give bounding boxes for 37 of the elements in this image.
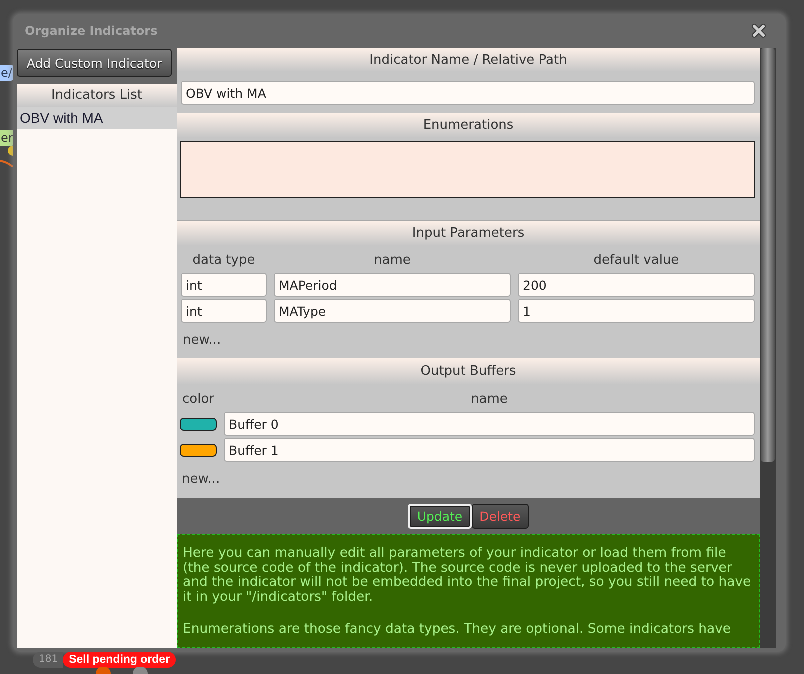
scrollbar-thumb[interactable] [761, 48, 775, 462]
data-type-field[interactable]: int [181, 299, 267, 323]
default-value-field[interactable]: 1 [518, 299, 755, 323]
node-id-badge: 181 [33, 652, 64, 668]
section-header: Input Parameters [177, 221, 760, 246]
color-swatch-icon[interactable] [180, 444, 217, 456]
column-header: default value [594, 252, 680, 268]
name-field[interactable]: MAType [274, 299, 511, 323]
section-header: Indicator Name / Relative Path [177, 48, 760, 72]
node-label: e/ [0, 65, 14, 81]
default-value-field[interactable]: 200 [518, 273, 755, 297]
section-header: Enumerations [177, 113, 760, 138]
node-title[interactable]: Sell pending order [63, 652, 176, 668]
buffer-name-field[interactable]: Buffer 0 [224, 412, 755, 436]
name-field[interactable]: MAPeriod [274, 273, 511, 297]
new-link[interactable]: new... [180, 471, 220, 489]
new-link[interactable]: new... [181, 332, 222, 350]
scrollbar-track[interactable] [760, 48, 776, 648]
help-paragraph: Here you can manually edit all parameters of your indicator or load them from file (the source code of the indicator). The source code is never uploaded to the server and the indicator will not be embedded into the final project, so you still need to have it in your "/indicators" folder. [183, 547, 752, 605]
buffer-name-field[interactable]: Buffer 1 [224, 438, 755, 462]
window-title: Organize Indicators [25, 24, 158, 38]
column-header: name [471, 392, 508, 406]
column-header: name [374, 252, 411, 268]
indicator-name-field[interactable]: OBV with MA [181, 81, 755, 105]
column-header: data type [192, 252, 256, 268]
connection-line [0, 160, 13, 168]
color-swatch-icon[interactable] [180, 418, 217, 430]
add-custom-indicator-button[interactable]: Add Custom Indicator [17, 49, 172, 77]
enumerations-field[interactable] [180, 141, 755, 198]
close-icon[interactable] [752, 24, 766, 38]
list-item[interactable]: OBV with MA [17, 107, 177, 129]
section-header: Output Buffers [177, 358, 760, 385]
list-header: Indicators List [17, 84, 177, 107]
help-paragraph: Enumerations are those fancy data types. They are optional. Some indicators have [183, 623, 732, 638]
update-button[interactable]: Update [408, 504, 472, 528]
column-header: color [182, 392, 214, 406]
data-type-field[interactable]: int [181, 273, 267, 297]
